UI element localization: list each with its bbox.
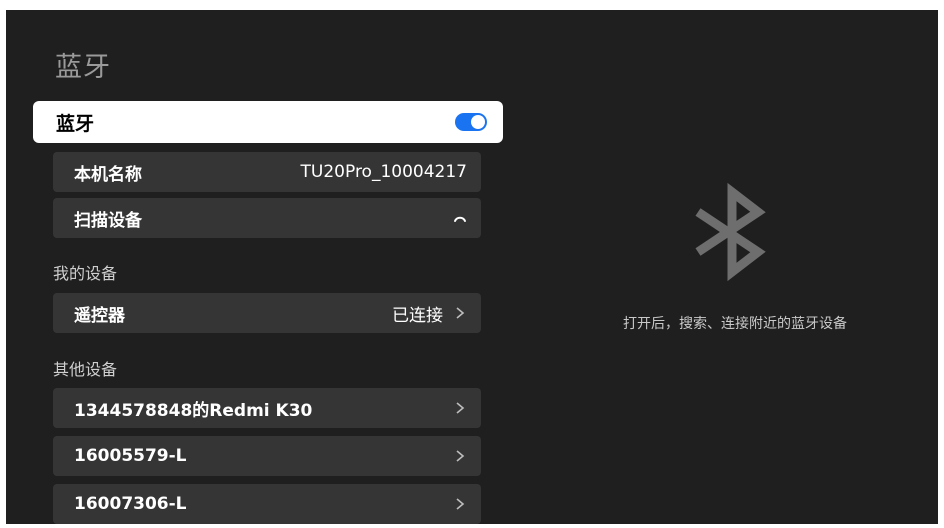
- device-name-label: 本机名称: [74, 164, 142, 185]
- connection-status: 已连接: [392, 305, 443, 326]
- scan-devices-row[interactable]: 扫描设备: [53, 198, 481, 238]
- device-status: 已连接: [392, 301, 467, 326]
- chevron-right-icon: [456, 307, 465, 319]
- other-devices-title: 其他设备: [53, 360, 118, 379]
- bluetooth-hint-text: 打开后，搜索、连接附近的蓝牙设备: [623, 316, 847, 332]
- bluetooth-icon: [695, 182, 766, 282]
- other-device-item[interactable]: 1344578848的Redmi K30: [53, 388, 481, 428]
- device-name: 1344578848的Redmi K30: [74, 400, 313, 421]
- other-device-item[interactable]: 16005579-L: [53, 436, 481, 476]
- bluetooth-toggle-label: 蓝牙: [56, 112, 95, 135]
- other-device-item[interactable]: 16007306-L: [53, 484, 481, 524]
- loading-spinner-icon: [454, 216, 466, 222]
- bluetooth-toggle-row[interactable]: 蓝牙: [33, 101, 503, 143]
- device-name-row[interactable]: 本机名称 TU20Pro_10004217: [53, 152, 481, 192]
- my-device-item-remote[interactable]: 遥控器 已连接: [53, 293, 481, 333]
- settings-screen: 蓝牙 蓝牙 本机名称 TU20Pro_10004217 扫描设备 我的设备 遥控…: [6, 10, 938, 524]
- toggle-knob: [471, 115, 485, 129]
- chevron-right-icon: [456, 498, 465, 510]
- device-name: 16005579-L: [74, 446, 187, 466]
- page-title: 蓝牙: [55, 52, 111, 83]
- bluetooth-toggle-switch[interactable]: [455, 113, 487, 131]
- my-devices-title: 我的设备: [53, 264, 118, 283]
- chevron-right-icon: [456, 402, 465, 414]
- device-name: 遥控器: [74, 305, 125, 326]
- chevron-right-icon: [456, 450, 465, 462]
- scan-devices-label: 扫描设备: [74, 210, 142, 231]
- device-name-value: TU20Pro_10004217: [300, 162, 467, 182]
- device-name: 16007306-L: [74, 494, 187, 514]
